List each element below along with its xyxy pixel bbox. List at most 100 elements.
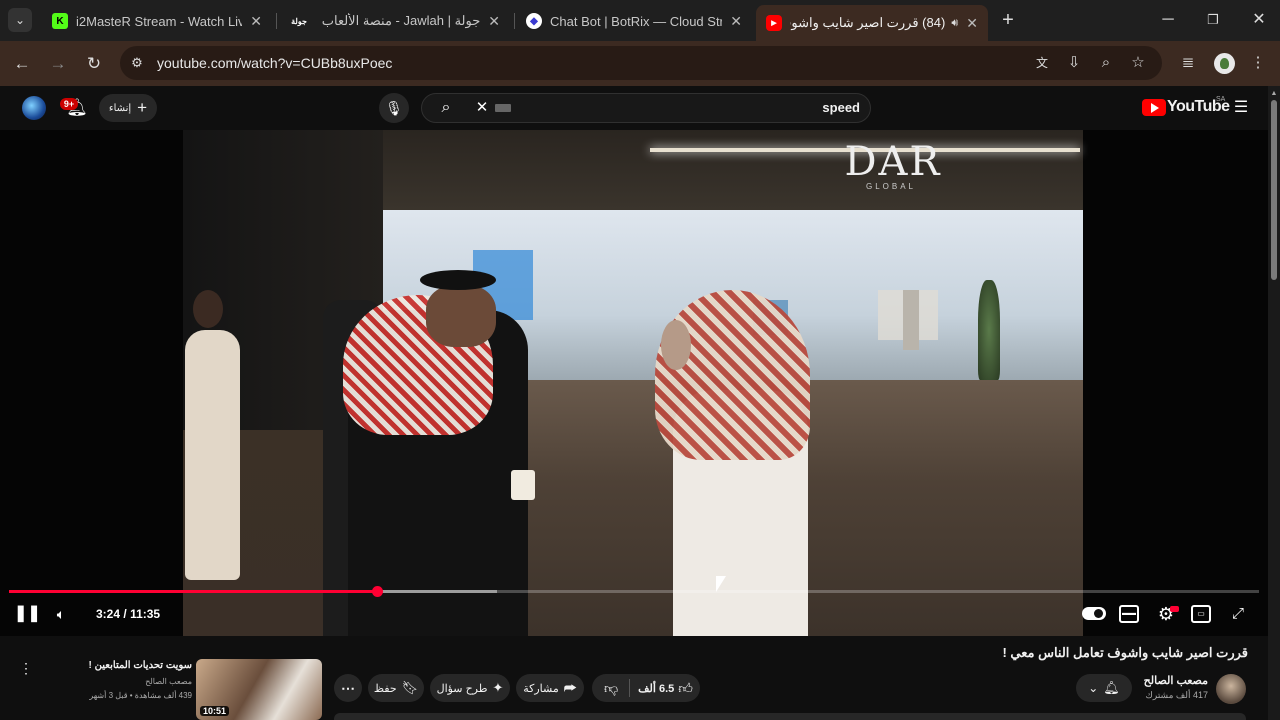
autoplay-toggle[interactable] [1082, 607, 1106, 620]
person-face [661, 320, 691, 370]
ask-button[interactable]: طرح سؤال ✦ [430, 674, 510, 702]
tab-youtube-active[interactable]: ▶ (84) قررت اصير شايب واشوف 🔊︎ ✕ [756, 5, 988, 41]
search-input[interactable]: speed [760, 100, 860, 115]
close-window-button[interactable]: ✕ [1245, 8, 1273, 32]
close-icon[interactable]: ✕ [488, 13, 500, 30]
mute-button[interactable]: 🔈︎ [51, 604, 71, 624]
browser-tab-strip: ⌄ K i2MasteR Stream - Watch Live o ✕ جول… [0, 0, 1280, 41]
chevron-down-icon: ⌄ [1088, 681, 1099, 695]
save-button[interactable]: حفظ 🔖︎ [368, 674, 424, 702]
tab-title: جولة | Jawlah - منصة الألعاب الت [318, 13, 481, 28]
hd-badge [1170, 606, 1179, 612]
subtitles-button[interactable]: ▬▬ [1119, 605, 1139, 623]
guide-menu-icon[interactable]: ☰ [1232, 99, 1250, 117]
restore-button[interactable]: ❐ [1199, 8, 1227, 32]
person-face [426, 285, 496, 347]
recommended-meta: 439 ألف مشاهدة • قبل 3 أشهر [89, 691, 192, 700]
install-app-icon[interactable]: ⇩ [1064, 53, 1084, 73]
coffee-cup [511, 470, 535, 500]
theater-icon: ▭ [1197, 609, 1205, 618]
tab-search-button[interactable]: ⌄ [8, 8, 32, 32]
close-icon[interactable]: ✕ [966, 15, 978, 32]
played-bar [9, 590, 377, 593]
recommended-channel[interactable]: مصعب الصالح [60, 677, 192, 686]
store-sign: DAR [844, 139, 942, 185]
video-title: قررت اصير شايب واشوف تعامل الناس معي ! [1002, 645, 1248, 660]
bell-icon: 🔔︎ [1103, 680, 1120, 695]
voice-search-button[interactable]: 🎙︎ [379, 93, 409, 123]
bookmark-icon: 🔖︎ [401, 680, 419, 695]
scrollbar-thumb[interactable] [1271, 100, 1277, 280]
user-avatar[interactable] [22, 96, 46, 120]
bookmark-star-icon[interactable]: ☆ [1128, 53, 1148, 73]
close-icon[interactable]: ✕ [250, 13, 262, 30]
store-sign-sub: GLOBAL [865, 182, 916, 191]
tab-jawlah[interactable]: جولة جولة | Jawlah - منصة الألعاب الت ✕ [278, 6, 510, 36]
mouse-cursor-icon [716, 576, 726, 592]
pause-icon: ❚❚ [14, 605, 41, 622]
dislike-button[interactable]: 👎︎ [593, 680, 629, 697]
search-button[interactable]: ⌕ [436, 98, 456, 118]
clear-search-icon[interactable]: ✕ [474, 98, 490, 118]
share-icon: ⮫ [563, 679, 577, 696]
keyboard-icon[interactable] [495, 104, 511, 112]
share-button[interactable]: مشاركة ⮫ [516, 674, 584, 702]
theater-mode-button[interactable]: ▭ [1191, 605, 1211, 623]
like-button[interactable]: 👍︎ [678, 680, 699, 697]
translate-icon[interactable]: 文 [1032, 53, 1052, 73]
zoom-icon[interactable]: ⌕ [1096, 53, 1116, 73]
fullscreen-button[interactable]: ⤢ [1228, 604, 1248, 624]
recommended-title[interactable]: سويت تحديات المتابعين ! [60, 660, 192, 671]
pause-button[interactable]: ❚❚ [14, 604, 41, 624]
play-triangle-icon [1151, 103, 1159, 113]
minimize-button[interactable]: ─ [1154, 8, 1182, 32]
recommended-thumbnail[interactable]: 10:51 [196, 659, 322, 720]
person-head [193, 290, 223, 328]
create-button[interactable]: إنشاء + [99, 94, 157, 122]
url-text[interactable]: youtube.com/watch?v=CUBb8uxPoec [157, 55, 392, 71]
tab-separator [276, 13, 277, 29]
save-label: حفظ [373, 682, 397, 695]
progress-scrubber[interactable] [371, 586, 383, 597]
subscribed-button[interactable]: ⌄ 🔔︎ [1076, 674, 1132, 702]
new-tab-button[interactable]: + [996, 8, 1020, 32]
botrix-favicon-icon: ◆ [526, 13, 542, 29]
description-box[interactable] [334, 713, 1246, 720]
youtube-logo-icon[interactable] [1142, 99, 1166, 116]
site-info-icon[interactable]: ⚙︎ [127, 53, 147, 73]
chrome-menu-icon[interactable]: ⋮ [1248, 53, 1268, 73]
kick-favicon-icon: K [52, 13, 68, 29]
time-current: 3:24 [96, 607, 121, 621]
like-count[interactable]: 6.5 ألف [630, 682, 678, 695]
forward-button[interactable]: → [45, 51, 71, 77]
notification-count-badge: 9+ [60, 98, 78, 110]
microphone-icon: 🎙︎ [385, 100, 403, 116]
video-player[interactable]: DAR GLOBAL ❚❚ 🔈︎ 3:24 / 11:35 ▬▬ ⚙︎ ▭ ⤢ [0, 130, 1268, 636]
time-display: 3:24 / 11:35 [96, 607, 160, 621]
close-icon[interactable]: ✕ [730, 13, 742, 30]
like-dislike-group: 👎︎ 6.5 ألف 👍︎ [592, 674, 700, 702]
region-code: SA [1216, 96, 1226, 103]
share-label: مشاركة [523, 682, 559, 695]
duration-badge: 10:51 [200, 706, 230, 716]
speaker-icon[interactable]: 🔊︎ [951, 17, 958, 30]
channel-avatar[interactable] [1216, 674, 1246, 704]
volume-icon: 🔈︎ [56, 606, 66, 622]
avatar-image [1220, 58, 1229, 69]
profile-avatar[interactable] [1214, 53, 1235, 74]
scroll-up-arrow-icon[interactable]: ▲ [1270, 90, 1278, 98]
plus-icon: + [137, 98, 148, 117]
tab-kick[interactable]: K i2MasteR Stream - Watch Live o ✕ [42, 6, 272, 36]
reload-button[interactable]: ↻ [81, 51, 107, 77]
media-control-icon[interactable]: ≣ [1178, 53, 1198, 73]
time-total: 11:35 [130, 607, 161, 621]
recommended-menu-icon[interactable]: ⋮ [18, 660, 34, 678]
building-facade [378, 130, 1083, 210]
back-button[interactable]: ← [9, 51, 35, 77]
more-icon: ⋯ [341, 679, 355, 696]
fullscreen-icon: ⤢ [1231, 605, 1244, 622]
person-agal [420, 270, 496, 290]
tab-botrix[interactable]: ◆ Chat Bot | BotRix — Cloud Strea ✕ [516, 6, 752, 36]
more-actions-button[interactable]: ⋯ [334, 674, 362, 702]
tab-title: Chat Bot | BotRix — Cloud Strea [550, 13, 723, 29]
